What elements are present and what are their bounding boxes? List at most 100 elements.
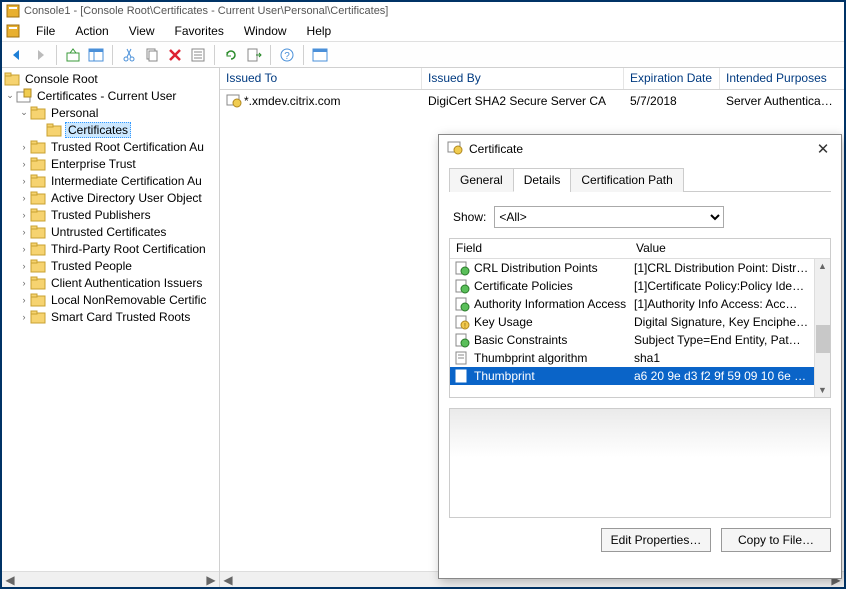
expand-icon[interactable]: › [18, 210, 30, 220]
col-issued-by[interactable]: Issued By [422, 68, 624, 89]
field-name: Key Usage [474, 315, 634, 329]
tab-details[interactable]: Details [513, 168, 572, 192]
expand-icon[interactable]: › [18, 312, 30, 322]
tree-item[interactable]: ›Local NonRemovable Certific [2, 291, 219, 308]
field-name: Certificate Policies [474, 279, 634, 293]
scroll-right-icon[interactable]: ▶ [203, 572, 219, 587]
close-button[interactable]: ✕ [813, 140, 833, 158]
copy-to-file-button[interactable]: Copy to File… [721, 528, 831, 552]
cell-expiration: 5/7/2018 [624, 94, 720, 108]
folder-icon [30, 224, 46, 240]
folder-icon [46, 122, 62, 138]
field-row[interactable]: !Key UsageDigital Signature, Key Enciphe… [450, 313, 830, 331]
tree-scrollbar[interactable]: ◀ ▶ [2, 571, 219, 587]
collapse-icon[interactable]: ⌄ [18, 107, 30, 118]
tree-label: Enterprise Trust [49, 157, 138, 171]
field-icon [454, 368, 470, 384]
certificate-row[interactable]: *.xmdev.citrix.com DigiCert SHA2 Secure … [220, 92, 844, 110]
menu-view[interactable]: View [119, 22, 165, 40]
tree-item[interactable]: › Enterprise Trust [2, 155, 219, 172]
svg-text:!: ! [464, 323, 466, 330]
expand-icon[interactable]: › [18, 142, 30, 152]
field-row[interactable]: Basic ConstraintsSubject Type=End Entity… [450, 331, 830, 349]
mmc-icon [6, 24, 20, 38]
refresh-button[interactable] [220, 44, 242, 66]
tree-label: Console Root [23, 72, 100, 86]
back-button[interactable] [6, 44, 28, 66]
properties-button[interactable] [187, 44, 209, 66]
menu-help[interactable]: Help [297, 22, 342, 40]
expand-icon[interactable]: › [18, 278, 30, 288]
tree-item[interactable]: ›Trusted Root Certification Au [2, 138, 219, 155]
toolbar: ? [2, 42, 844, 68]
menu-file[interactable]: File [26, 22, 65, 40]
folder-icon [30, 173, 46, 189]
tree-certificates-user[interactable]: ⌄ Certificates - Current User [2, 87, 219, 104]
col-purposes[interactable]: Intended Purposes [720, 68, 842, 89]
tree-item[interactable]: › Intermediate Certification Au [2, 172, 219, 189]
expand-icon[interactable]: › [18, 244, 30, 254]
field-list: Field Value CRL Distribution Points[1]CR… [449, 238, 831, 398]
expand-icon[interactable]: › [18, 227, 30, 237]
field-row[interactable]: Authority Information Access[1]Authority… [450, 295, 830, 313]
tree-personal[interactable]: ⌄ Personal [2, 104, 219, 121]
edit-properties-button[interactable]: Edit Properties… [601, 528, 711, 552]
expand-icon[interactable]: › [18, 176, 30, 186]
field-row[interactable]: Thumbprint algorithmsha1 [450, 349, 830, 367]
menu-window[interactable]: Window [234, 22, 297, 40]
col-value[interactable]: Value [630, 239, 830, 258]
expand-icon[interactable]: › [18, 193, 30, 203]
field-row[interactable]: Certificate Policies[1]Certificate Polic… [450, 277, 830, 295]
scroll-left-icon[interactable]: ◀ [220, 572, 236, 587]
folder-icon [30, 207, 46, 223]
export-button[interactable] [243, 44, 265, 66]
up-button[interactable] [62, 44, 84, 66]
tree-item[interactable]: ›Untrusted Certificates [2, 223, 219, 240]
tree-certificates-selected[interactable]: Certificates [2, 121, 219, 138]
view-button[interactable] [309, 44, 331, 66]
scroll-left-icon[interactable]: ◀ [2, 572, 18, 587]
delete-button[interactable] [164, 44, 186, 66]
copy-button[interactable] [141, 44, 163, 66]
scroll-down-icon[interactable]: ▼ [818, 383, 827, 397]
dialog-tabs: General Details Certification Path [449, 167, 831, 192]
field-scrollbar[interactable]: ▲ ▼ [814, 259, 830, 397]
tree-label: Trusted Publishers [49, 208, 153, 222]
dialog-title: Certificate [469, 142, 523, 156]
tree-root[interactable]: Console Root [2, 70, 219, 87]
window-titlebar: Console1 - [Console Root\Certificates - … [2, 2, 844, 20]
col-field[interactable]: Field [450, 239, 630, 258]
tree-item[interactable]: ›Active Directory User Object [2, 189, 219, 206]
scroll-up-icon[interactable]: ▲ [818, 259, 827, 273]
help-button[interactable]: ? [276, 44, 298, 66]
collapse-icon[interactable]: ⌄ [4, 90, 16, 101]
show-hide-tree-button[interactable] [85, 44, 107, 66]
tree-item[interactable]: ›Third-Party Root Certification [2, 240, 219, 257]
field-value: Subject Type=End Entity, Pat… [634, 333, 830, 347]
tree-item[interactable]: ›Trusted People [2, 257, 219, 274]
expand-icon[interactable]: › [18, 295, 30, 305]
expand-icon[interactable]: › [18, 159, 30, 169]
tree-item[interactable]: ›Smart Card Trusted Roots [2, 308, 219, 325]
toolbar-separator [112, 45, 113, 65]
menu-favorites[interactable]: Favorites [165, 22, 234, 40]
tab-general[interactable]: General [449, 168, 514, 192]
field-name: Thumbprint algorithm [474, 351, 634, 365]
toolbar-separator [303, 45, 304, 65]
show-select[interactable]: <All> [494, 206, 724, 228]
tree-label: Intermediate Certification Au [49, 174, 204, 188]
menu-action[interactable]: Action [65, 22, 118, 40]
scroll-thumb[interactable] [816, 325, 830, 353]
col-expiration[interactable]: Expiration Date [624, 68, 720, 89]
forward-button[interactable] [29, 44, 51, 66]
tab-certpath[interactable]: Certification Path [570, 168, 683, 192]
field-row[interactable]: Thumbprinta6 20 9e d3 f2 9f 59 09 10 6e … [450, 367, 830, 385]
tree-item[interactable]: ›Client Authentication Issuers [2, 274, 219, 291]
folder-icon [4, 71, 20, 87]
folder-icon [30, 241, 46, 257]
tree-item[interactable]: › Trusted Publishers [2, 206, 219, 223]
expand-icon[interactable]: › [18, 261, 30, 271]
field-row[interactable]: CRL Distribution Points[1]CRL Distributi… [450, 259, 830, 277]
col-issued-to[interactable]: Issued To [220, 68, 422, 89]
cut-button[interactable] [118, 44, 140, 66]
